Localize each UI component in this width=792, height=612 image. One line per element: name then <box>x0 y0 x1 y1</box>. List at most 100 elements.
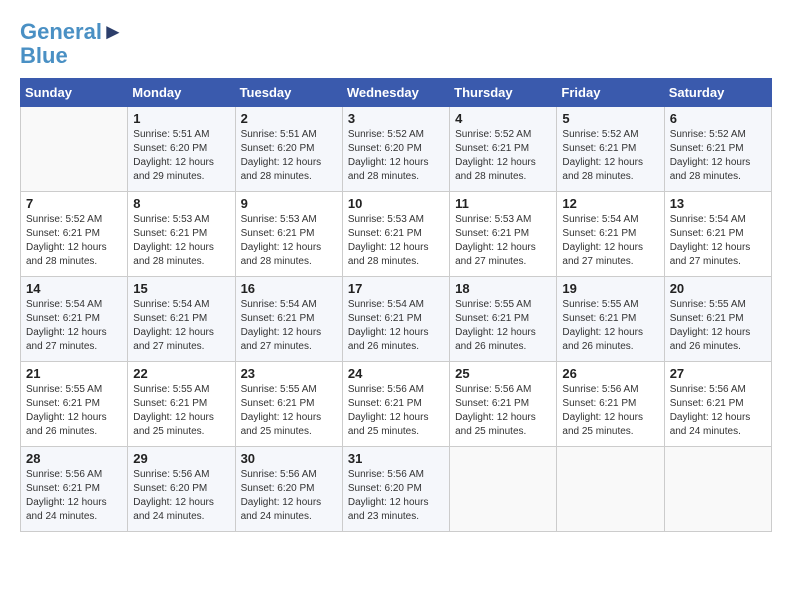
calendar-cell: 24 Sunrise: 5:56 AM Sunset: 6:21 PM Dayli… <box>342 362 449 447</box>
calendar-cell: 6Sunrise: 5:52 AM Sunset: 6:21 PM Daylig… <box>664 107 771 192</box>
day-number: 19 <box>562 281 658 296</box>
cell-info: Sunrise: 5:52 AM Sunset: 6:21 PM Dayligh… <box>26 213 122 269</box>
day-header-thursday: Thursday <box>450 79 557 107</box>
day-number: 24 <box>348 366 444 381</box>
day-number: 13 <box>670 196 766 211</box>
calendar-cell: 20 Sunrise: 5:55 AM Sunset: 6:21 PM Dayli… <box>664 277 771 362</box>
cell-info: Sunrise: 5:56 AM Sunset: 6:20 PM Dayligh… <box>133 468 229 524</box>
cell-info: Sunrise: 5:55 AM Sunset: 6:21 PM Dayligh… <box>241 383 337 439</box>
day-number: 18 <box>455 281 551 296</box>
cell-info: Sunrise: 5:56 AM Sunset: 6:21 PM Dayligh… <box>348 383 444 439</box>
day-number: 17 <box>348 281 444 296</box>
calendar-cell: 25 Sunrise: 5:56 AM Sunset: 6:21 PM Dayli… <box>450 362 557 447</box>
cell-info: Sunrise: 5:52 AM Sunset: 6:21 PM Dayligh… <box>670 128 766 184</box>
day-number: 14 <box>26 281 122 296</box>
day-header-monday: Monday <box>128 79 235 107</box>
calendar-cell: 28 Sunrise: 5:56 AM Sunset: 6:21 PM Dayli… <box>21 447 128 532</box>
cell-info: Sunrise: 5:52 AM Sunset: 6:21 PM Dayligh… <box>455 128 551 184</box>
week-row-2: 7 Sunrise: 5:52 AM Sunset: 6:21 PM Daylig… <box>21 192 772 277</box>
day-number: 27 <box>670 366 766 381</box>
calendar-cell: 29 Sunrise: 5:56 AM Sunset: 6:20 PM Dayli… <box>128 447 235 532</box>
cell-info: Sunrise: 5:53 AM Sunset: 6:21 PM Dayligh… <box>455 213 551 269</box>
week-row-4: 21 Sunrise: 5:55 AM Sunset: 6:21 PM Dayli… <box>21 362 772 447</box>
calendar-cell: 10 Sunrise: 5:53 AM Sunset: 6:21 PM Dayli… <box>342 192 449 277</box>
calendar-cell: 19 Sunrise: 5:55 AM Sunset: 6:21 PM Dayli… <box>557 277 664 362</box>
calendar-cell: 16 Sunrise: 5:54 AM Sunset: 6:21 PM Dayli… <box>235 277 342 362</box>
day-number: 11 <box>455 196 551 211</box>
cell-info: Sunrise: 5:54 AM Sunset: 6:21 PM Dayligh… <box>348 298 444 354</box>
day-number: 9 <box>241 196 337 211</box>
day-number: 2 <box>241 111 337 126</box>
cell-info: Sunrise: 5:52 AM Sunset: 6:20 PM Dayligh… <box>348 128 444 184</box>
calendar-cell <box>450 447 557 532</box>
day-header-tuesday: Tuesday <box>235 79 342 107</box>
week-row-3: 14 Sunrise: 5:54 AM Sunset: 6:21 PM Dayli… <box>21 277 772 362</box>
calendar-cell: 3 Sunrise: 5:52 AM Sunset: 6:20 PM Daylig… <box>342 107 449 192</box>
calendar-cell: 30 Sunrise: 5:56 AM Sunset: 6:20 PM Dayli… <box>235 447 342 532</box>
day-number: 26 <box>562 366 658 381</box>
calendar-header-row: SundayMondayTuesdayWednesdayThursdayFrid… <box>21 79 772 107</box>
calendar-cell: 17 Sunrise: 5:54 AM Sunset: 6:21 PM Dayli… <box>342 277 449 362</box>
day-number: 22 <box>133 366 229 381</box>
cell-info: Sunrise: 5:56 AM Sunset: 6:21 PM Dayligh… <box>562 383 658 439</box>
cell-info: Sunrise: 5:56 AM Sunset: 6:20 PM Dayligh… <box>241 468 337 524</box>
calendar-cell: 13 Sunrise: 5:54 AM Sunset: 6:21 PM Dayli… <box>664 192 771 277</box>
day-number: 10 <box>348 196 444 211</box>
calendar-cell: 2 Sunrise: 5:51 AM Sunset: 6:20 PM Daylig… <box>235 107 342 192</box>
cell-info: Sunrise: 5:52 AM Sunset: 6:21 PM Dayligh… <box>562 128 658 184</box>
day-number: 3 <box>348 111 444 126</box>
calendar-cell: 14 Sunrise: 5:54 AM Sunset: 6:21 PM Dayli… <box>21 277 128 362</box>
calendar-cell: 22Sunrise: 5:55 AM Sunset: 6:21 PM Dayli… <box>128 362 235 447</box>
calendar-table: SundayMondayTuesdayWednesdayThursdayFrid… <box>20 78 772 532</box>
week-row-1: 1Sunrise: 5:51 AM Sunset: 6:20 PM Daylig… <box>21 107 772 192</box>
day-number: 16 <box>241 281 337 296</box>
calendar-cell: 7 Sunrise: 5:52 AM Sunset: 6:21 PM Daylig… <box>21 192 128 277</box>
calendar-cell: 27Sunrise: 5:56 AM Sunset: 6:21 PM Dayli… <box>664 362 771 447</box>
day-number: 21 <box>26 366 122 381</box>
calendar-cell: 11 Sunrise: 5:53 AM Sunset: 6:21 PM Dayli… <box>450 192 557 277</box>
cell-info: Sunrise: 5:51 AM Sunset: 6:20 PM Dayligh… <box>133 128 229 184</box>
day-number: 12 <box>562 196 658 211</box>
day-number: 29 <box>133 451 229 466</box>
calendar-cell: 1Sunrise: 5:51 AM Sunset: 6:20 PM Daylig… <box>128 107 235 192</box>
cell-info: Sunrise: 5:54 AM Sunset: 6:21 PM Dayligh… <box>670 213 766 269</box>
calendar-cell: 9Sunrise: 5:53 AM Sunset: 6:21 PM Daylig… <box>235 192 342 277</box>
day-number: 5 <box>562 111 658 126</box>
day-number: 30 <box>241 451 337 466</box>
calendar-cell: 26 Sunrise: 5:56 AM Sunset: 6:21 PM Dayli… <box>557 362 664 447</box>
calendar-cell: 21 Sunrise: 5:55 AM Sunset: 6:21 PM Dayli… <box>21 362 128 447</box>
calendar-body: 1Sunrise: 5:51 AM Sunset: 6:20 PM Daylig… <box>21 107 772 532</box>
calendar-cell: 5 Sunrise: 5:52 AM Sunset: 6:21 PM Daylig… <box>557 107 664 192</box>
cell-info: Sunrise: 5:55 AM Sunset: 6:21 PM Dayligh… <box>26 383 122 439</box>
cell-info: Sunrise: 5:55 AM Sunset: 6:21 PM Dayligh… <box>670 298 766 354</box>
day-number: 28 <box>26 451 122 466</box>
cell-info: Sunrise: 5:51 AM Sunset: 6:20 PM Dayligh… <box>241 128 337 184</box>
calendar-cell: 31Sunrise: 5:56 AM Sunset: 6:20 PM Dayli… <box>342 447 449 532</box>
calendar-cell: 12 Sunrise: 5:54 AM Sunset: 6:21 PM Dayli… <box>557 192 664 277</box>
page-header: General►Blue <box>20 20 772 68</box>
calendar-cell: 15Sunrise: 5:54 AM Sunset: 6:21 PM Dayli… <box>128 277 235 362</box>
cell-info: Sunrise: 5:55 AM Sunset: 6:21 PM Dayligh… <box>455 298 551 354</box>
cell-info: Sunrise: 5:56 AM Sunset: 6:20 PM Dayligh… <box>348 468 444 524</box>
day-number: 20 <box>670 281 766 296</box>
day-number: 25 <box>455 366 551 381</box>
day-header-wednesday: Wednesday <box>342 79 449 107</box>
cell-info: Sunrise: 5:53 AM Sunset: 6:21 PM Dayligh… <box>348 213 444 269</box>
cell-info: Sunrise: 5:54 AM Sunset: 6:21 PM Dayligh… <box>133 298 229 354</box>
day-number: 4 <box>455 111 551 126</box>
logo: General►Blue <box>20 20 124 68</box>
calendar-cell: 23Sunrise: 5:55 AM Sunset: 6:21 PM Dayli… <box>235 362 342 447</box>
calendar-cell <box>664 447 771 532</box>
cell-info: Sunrise: 5:55 AM Sunset: 6:21 PM Dayligh… <box>562 298 658 354</box>
cell-info: Sunrise: 5:56 AM Sunset: 6:21 PM Dayligh… <box>26 468 122 524</box>
cell-info: Sunrise: 5:54 AM Sunset: 6:21 PM Dayligh… <box>241 298 337 354</box>
calendar-cell: 8Sunrise: 5:53 AM Sunset: 6:21 PM Daylig… <box>128 192 235 277</box>
cell-info: Sunrise: 5:54 AM Sunset: 6:21 PM Dayligh… <box>26 298 122 354</box>
cell-info: Sunrise: 5:53 AM Sunset: 6:21 PM Dayligh… <box>133 213 229 269</box>
logo-text: General►Blue <box>20 20 124 68</box>
day-header-friday: Friday <box>557 79 664 107</box>
cell-info: Sunrise: 5:56 AM Sunset: 6:21 PM Dayligh… <box>455 383 551 439</box>
cell-info: Sunrise: 5:54 AM Sunset: 6:21 PM Dayligh… <box>562 213 658 269</box>
calendar-cell: 4 Sunrise: 5:52 AM Sunset: 6:21 PM Daylig… <box>450 107 557 192</box>
day-number: 7 <box>26 196 122 211</box>
